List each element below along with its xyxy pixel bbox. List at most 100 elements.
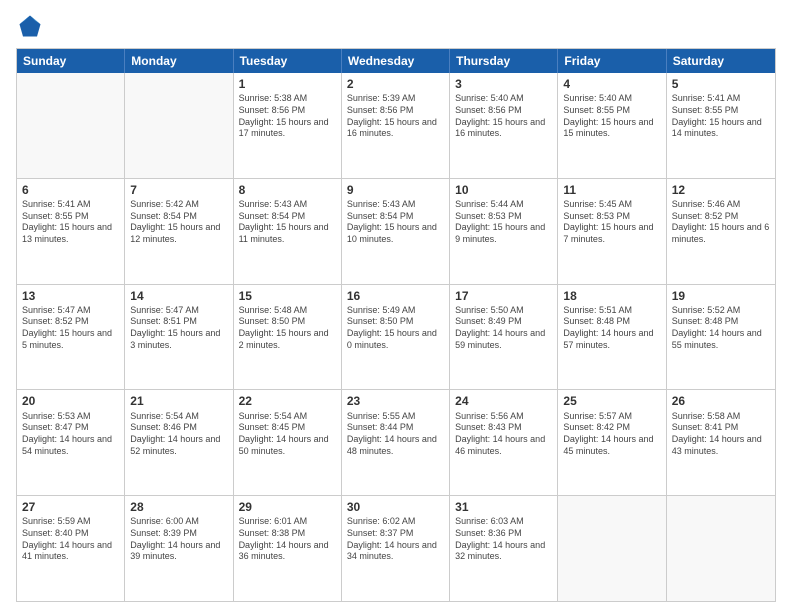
cell-day-number: 6	[22, 182, 119, 198]
page: SundayMondayTuesdayWednesdayThursdayFrid…	[0, 0, 792, 612]
cell-info: Sunrise: 5:54 AMSunset: 8:46 PMDaylight:…	[130, 411, 227, 458]
calendar-cell: 12Sunrise: 5:46 AMSunset: 8:52 PMDayligh…	[667, 179, 775, 284]
calendar-cell: 1Sunrise: 5:38 AMSunset: 8:56 PMDaylight…	[234, 73, 342, 178]
cell-info: Sunrise: 6:03 AMSunset: 8:36 PMDaylight:…	[455, 516, 552, 563]
cell-day-number: 18	[563, 288, 660, 304]
calendar-cell	[17, 73, 125, 178]
cell-day-number: 19	[672, 288, 770, 304]
cell-day-number: 13	[22, 288, 119, 304]
cell-info: Sunrise: 5:55 AMSunset: 8:44 PMDaylight:…	[347, 411, 444, 458]
calendar-cell: 3Sunrise: 5:40 AMSunset: 8:56 PMDaylight…	[450, 73, 558, 178]
cell-info: Sunrise: 5:41 AMSunset: 8:55 PMDaylight:…	[22, 199, 119, 246]
calendar-cell: 8Sunrise: 5:43 AMSunset: 8:54 PMDaylight…	[234, 179, 342, 284]
calendar-cell: 30Sunrise: 6:02 AMSunset: 8:37 PMDayligh…	[342, 496, 450, 601]
cell-info: Sunrise: 5:57 AMSunset: 8:42 PMDaylight:…	[563, 411, 660, 458]
cell-info: Sunrise: 6:02 AMSunset: 8:37 PMDaylight:…	[347, 516, 444, 563]
cell-day-number: 7	[130, 182, 227, 198]
cell-day-number: 21	[130, 393, 227, 409]
calendar: SundayMondayTuesdayWednesdayThursdayFrid…	[16, 48, 776, 602]
cell-info: Sunrise: 5:56 AMSunset: 8:43 PMDaylight:…	[455, 411, 552, 458]
cell-day-number: 28	[130, 499, 227, 515]
calendar-cell	[667, 496, 775, 601]
calendar-cell: 24 Sunrise: 5:56 AMSunset: 8:43 PMDayligh…	[450, 390, 558, 495]
calendar-cell: 18Sunrise: 5:51 AMSunset: 8:48 PMDayligh…	[558, 285, 666, 390]
calendar-cell: 13Sunrise: 5:47 AMSunset: 8:52 PMDayligh…	[17, 285, 125, 390]
cell-info: Sunrise: 5:51 AMSunset: 8:48 PMDaylight:…	[563, 305, 660, 352]
header-cell-tuesday: Tuesday	[234, 49, 342, 73]
calendar-header: SundayMondayTuesdayWednesdayThursdayFrid…	[17, 49, 775, 73]
header-cell-saturday: Saturday	[667, 49, 775, 73]
cell-info: Sunrise: 5:49 AMSunset: 8:50 PMDaylight:…	[347, 305, 444, 352]
header-cell-wednesday: Wednesday	[342, 49, 450, 73]
calendar-row: 6Sunrise: 5:41 AMSunset: 8:55 PMDaylight…	[17, 178, 775, 284]
cell-day-number: 5	[672, 76, 770, 92]
cell-info: Sunrise: 5:59 AMSunset: 8:40 PMDaylight:…	[22, 516, 119, 563]
calendar-cell: 15Sunrise: 5:48 AMSunset: 8:50 PMDayligh…	[234, 285, 342, 390]
cell-info: Sunrise: 5:46 AMSunset: 8:52 PMDaylight:…	[672, 199, 770, 246]
cell-info: Sunrise: 5:50 AMSunset: 8:49 PMDaylight:…	[455, 305, 552, 352]
cell-info: Sunrise: 5:43 AMSunset: 8:54 PMDaylight:…	[239, 199, 336, 246]
calendar-cell: 21 Sunrise: 5:54 AMSunset: 8:46 PMDayligh…	[125, 390, 233, 495]
cell-info: Sunrise: 5:38 AMSunset: 8:56 PMDaylight:…	[239, 93, 336, 140]
cell-info: Sunrise: 5:42 AMSunset: 8:54 PMDaylight:…	[130, 199, 227, 246]
calendar-cell: 29Sunrise: 6:01 AMSunset: 8:38 PMDayligh…	[234, 496, 342, 601]
cell-day-number: 9	[347, 182, 444, 198]
calendar-cell: 31Sunrise: 6:03 AMSunset: 8:36 PMDayligh…	[450, 496, 558, 601]
calendar-cell: 17Sunrise: 5:50 AMSunset: 8:49 PMDayligh…	[450, 285, 558, 390]
cell-info: Sunrise: 5:43 AMSunset: 8:54 PMDaylight:…	[347, 199, 444, 246]
cell-day-number: 26	[672, 393, 770, 409]
cell-info: Sunrise: 5:58 AMSunset: 8:41 PMDaylight:…	[672, 411, 770, 458]
cell-info: Sunrise: 5:53 AMSunset: 8:47 PMDaylight:…	[22, 411, 119, 458]
cell-day-number: 11	[563, 182, 660, 198]
cell-day-number: 30	[347, 499, 444, 515]
calendar-cell: 16Sunrise: 5:49 AMSunset: 8:50 PMDayligh…	[342, 285, 450, 390]
calendar-row: 1Sunrise: 5:38 AMSunset: 8:56 PMDaylight…	[17, 73, 775, 178]
calendar-cell: 26 Sunrise: 5:58 AMSunset: 8:41 PMDayligh…	[667, 390, 775, 495]
cell-day-number: 10	[455, 182, 552, 198]
cell-day-number: 31	[455, 499, 552, 515]
calendar-row: 27Sunrise: 5:59 AMSunset: 8:40 PMDayligh…	[17, 495, 775, 601]
cell-info: Sunrise: 6:01 AMSunset: 8:38 PMDaylight:…	[239, 516, 336, 563]
cell-day-number: 8	[239, 182, 336, 198]
cell-info: Sunrise: 5:41 AMSunset: 8:55 PMDaylight:…	[672, 93, 770, 140]
cell-info: Sunrise: 5:40 AMSunset: 8:55 PMDaylight:…	[563, 93, 660, 140]
calendar-cell: 9Sunrise: 5:43 AMSunset: 8:54 PMDaylight…	[342, 179, 450, 284]
cell-day-number: 1	[239, 76, 336, 92]
calendar-cell: 25 Sunrise: 5:57 AMSunset: 8:42 PMDayligh…	[558, 390, 666, 495]
header-cell-friday: Friday	[558, 49, 666, 73]
cell-info: Sunrise: 5:45 AMSunset: 8:53 PMDaylight:…	[563, 199, 660, 246]
cell-day-number: 23	[347, 393, 444, 409]
cell-day-number: 12	[672, 182, 770, 198]
cell-day-number: 14	[130, 288, 227, 304]
calendar-cell: 22 Sunrise: 5:54 AMSunset: 8:45 PMDayligh…	[234, 390, 342, 495]
cell-day-number: 24	[455, 393, 552, 409]
logo-icon	[16, 12, 44, 40]
header-cell-thursday: Thursday	[450, 49, 558, 73]
calendar-cell	[125, 73, 233, 178]
cell-info: Sunrise: 5:48 AMSunset: 8:50 PMDaylight:…	[239, 305, 336, 352]
cell-info: Sunrise: 5:54 AMSunset: 8:45 PMDaylight:…	[239, 411, 336, 458]
cell-info: Sunrise: 6:00 AMSunset: 8:39 PMDaylight:…	[130, 516, 227, 563]
logo	[16, 12, 48, 40]
header-cell-monday: Monday	[125, 49, 233, 73]
calendar-cell: 19Sunrise: 5:52 AMSunset: 8:48 PMDayligh…	[667, 285, 775, 390]
calendar-cell: 6Sunrise: 5:41 AMSunset: 8:55 PMDaylight…	[17, 179, 125, 284]
calendar-cell: 27Sunrise: 5:59 AMSunset: 8:40 PMDayligh…	[17, 496, 125, 601]
cell-day-number: 29	[239, 499, 336, 515]
calendar-cell: 23 Sunrise: 5:55 AMSunset: 8:44 PMDayligh…	[342, 390, 450, 495]
calendar-cell: 4Sunrise: 5:40 AMSunset: 8:55 PMDaylight…	[558, 73, 666, 178]
calendar-row: 20 Sunrise: 5:53 AMSunset: 8:47 PMDayligh…	[17, 389, 775, 495]
cell-day-number: 25	[563, 393, 660, 409]
cell-day-number: 15	[239, 288, 336, 304]
cell-day-number: 20	[22, 393, 119, 409]
calendar-cell: 11Sunrise: 5:45 AMSunset: 8:53 PMDayligh…	[558, 179, 666, 284]
calendar-cell: 10Sunrise: 5:44 AMSunset: 8:53 PMDayligh…	[450, 179, 558, 284]
cell-day-number: 17	[455, 288, 552, 304]
cell-info: Sunrise: 5:47 AMSunset: 8:52 PMDaylight:…	[22, 305, 119, 352]
calendar-cell: 28Sunrise: 6:00 AMSunset: 8:39 PMDayligh…	[125, 496, 233, 601]
cell-day-number: 2	[347, 76, 444, 92]
header	[16, 12, 776, 40]
cell-day-number: 4	[563, 76, 660, 92]
cell-day-number: 22	[239, 393, 336, 409]
calendar-cell: 2Sunrise: 5:39 AMSunset: 8:56 PMDaylight…	[342, 73, 450, 178]
